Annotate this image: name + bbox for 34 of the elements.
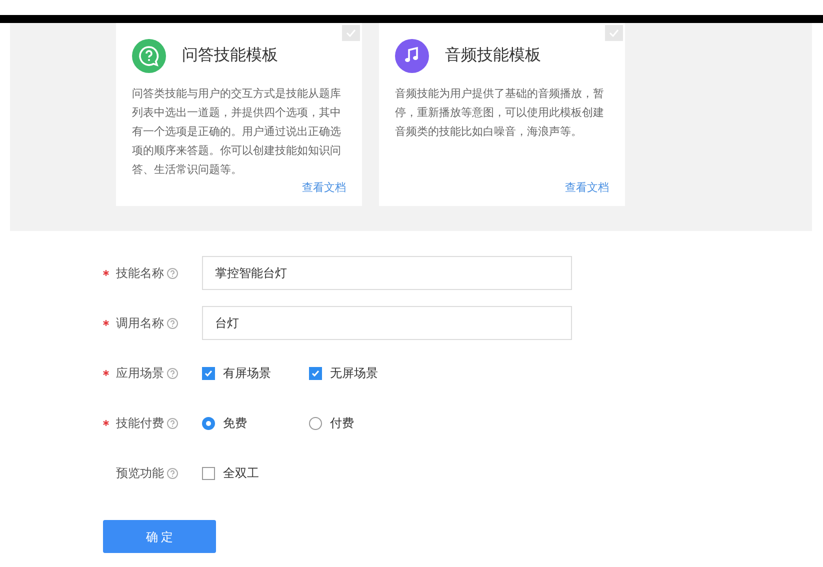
template-card[interactable]: 音频技能模板 音频技能为用户提供了基础的音频播放，暂停，重新播放等意图，可以使用此模板创建音频类的技能比如白噪音，海浪声等。 查看文档: [379, 23, 625, 206]
help-icon[interactable]: [167, 368, 178, 378]
check-corner-icon: [605, 25, 623, 41]
template-title: 音频技能模板: [445, 46, 541, 66]
checkbox[interactable]: [309, 366, 322, 380]
text-input[interactable]: 台灯: [202, 306, 572, 340]
question-bubble-icon: [132, 39, 166, 73]
check-icon: [204, 368, 213, 378]
checkbox-option[interactable]: 有屏场景: [202, 364, 309, 382]
music-note-icon: [395, 39, 429, 73]
help-icon[interactable]: [167, 468, 178, 478]
help-icon[interactable]: [167, 268, 178, 278]
checkbox[interactable]: [202, 366, 215, 380]
checkbox[interactable]: [202, 466, 215, 480]
template-description: 音频技能为用户提供了基础的音频播放，暂停，重新播放等意图，可以使用此模板创建音频类的技能比如白噪音，海浪声等。: [395, 86, 605, 140]
checkbox-option[interactable]: 无屏场景: [309, 364, 416, 382]
checkbox-option[interactable]: 全双工: [202, 464, 309, 482]
help-icon[interactable]: [167, 418, 178, 428]
field-label: 预览功能: [116, 465, 164, 482]
check-icon: [311, 368, 320, 378]
field-label: 调用名称: [116, 315, 164, 332]
radio-option[interactable]: 免费: [202, 414, 309, 432]
template-card[interactable]: 问答技能模板 问答类技能与用户的交互方式是技能从题库列表中选出一道题，并提供四个选项，其中有一个选项是正确的。用户通过说出正确选项的顺序来答题。你可以创建技能如知识问答、生活常识问题等。 查看文档: [116, 23, 362, 206]
help-icon[interactable]: [167, 318, 178, 328]
radio-option[interactable]: 付费: [309, 414, 416, 432]
template-title: 问答技能模板: [182, 46, 278, 66]
field-label: 技能付费: [116, 415, 164, 432]
radio-button[interactable]: [202, 416, 215, 430]
text-input[interactable]: 掌控智能台灯: [202, 256, 572, 290]
field-label: 技能名称: [116, 265, 164, 282]
radio-button[interactable]: [309, 416, 322, 430]
field-label: 应用场景: [116, 365, 164, 382]
check-corner-icon: [342, 25, 360, 41]
template-description: 问答类技能与用户的交互方式是技能从题库列表中选出一道题，并提供四个选项，其中有一个选项是正确的。用户通过说出正确选项的顺序来答题。你可以创建技能如知识问答、生活常识问题等。: [132, 86, 342, 178]
